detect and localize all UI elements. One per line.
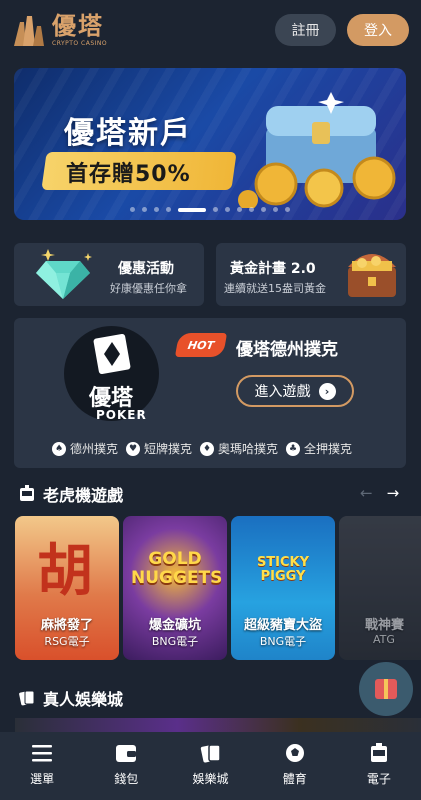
promo-title: 黃金計畫 2.0 [230, 261, 316, 277]
enter-game-label: 進入遊戲 [254, 384, 311, 400]
pagination-dot[interactable] [166, 207, 171, 212]
pagination-dot[interactable] [273, 207, 278, 212]
promo-desc: 連續就送15盎司黃金 [224, 282, 326, 295]
pagination-dot[interactable] [285, 207, 290, 212]
poker-logo-subtitle: POKER [96, 408, 147, 422]
diamond-suit-icon: ♦ [200, 441, 215, 456]
logo[interactable]: 優塔 CRYPTO CASINO [12, 12, 107, 48]
menu-icon [32, 745, 53, 762]
nav-item-casino[interactable]: 娛樂城 [168, 732, 252, 800]
promo-banner[interactable]: 優塔新戶 首存贈50% [14, 68, 406, 220]
slots-carousel-arrows: ← → [360, 484, 399, 502]
game-name: 戰神賽 [365, 618, 405, 633]
gift-button[interactable] [359, 662, 413, 716]
pagination-dot[interactable] [130, 207, 135, 212]
game-provider: RSG電子 [44, 635, 90, 648]
tag-label: 全押撲克 [304, 442, 353, 456]
poker-tag[interactable]: ♥ 短牌撲克 [126, 440, 192, 457]
nav-label: 選單 [30, 772, 55, 786]
spade-icon: ♠ [52, 441, 66, 456]
nav-label: 體育 [282, 772, 307, 786]
game-name: 麻將發了 [40, 618, 93, 633]
pagination-dot[interactable] [154, 207, 159, 212]
banner-subtitle: 首存贈50% [66, 162, 191, 187]
live-casino-heading: 真人娛樂城 [18, 686, 123, 710]
nav-item-wallet[interactable]: 錢包 [84, 732, 168, 800]
poker-tag[interactable]: ♣ 全押撲克 [286, 440, 352, 457]
nav-item-sports[interactable]: 體育 [253, 732, 337, 800]
poker-tags: ♠ 德州撲克 ♥ 短牌撲克 ♦ 奧瑪哈撲克 ♣ 全押撲克 [52, 440, 352, 457]
tag-label: 短牌撲克 [144, 442, 193, 456]
live-casino-heading-label: 真人娛樂城 [43, 690, 124, 709]
pagination-dot-active[interactable] [178, 207, 206, 212]
pagination-dot[interactable] [261, 207, 266, 212]
slots-heading: 老虎機遊戲 [18, 482, 123, 506]
tag-label: 德州撲克 [70, 442, 119, 456]
promo-desc: 好康優惠任你拿 [110, 282, 187, 295]
poker-tag[interactable]: ♠ 德州撲克 [52, 440, 118, 457]
game-tile[interactable]: 戰神賽 ATG [339, 516, 421, 660]
treasure-chest-icon [238, 92, 396, 208]
game-provider: ATG [373, 633, 395, 646]
game-provider: BNG電子 [151, 635, 199, 648]
pagination-dot[interactable] [142, 207, 147, 212]
nav-item-menu[interactable]: 選單 [0, 732, 84, 800]
logo-subtitle: CRYPTO CASINO [52, 39, 108, 47]
game-tile[interactable]: GOLD NUGGETS 爆金礦坑 BNG電子 [123, 516, 227, 660]
enter-game-button[interactable]: 進入遊戲 › [236, 375, 354, 407]
live-casino-strip [15, 718, 421, 732]
hot-badge: HOT [174, 333, 228, 357]
slot-machine-icon [370, 743, 387, 762]
game-provider: BNG電子 [259, 635, 307, 648]
nav-item-slots[interactable]: 電子 [337, 732, 421, 800]
poker-title: 優塔德州撲克 [236, 340, 338, 360]
tag-label: 奧瑪哈撲克 [218, 442, 279, 456]
heart-icon: ♥ [126, 441, 141, 456]
game-art: STICKY PIGGY [256, 555, 310, 585]
pagination-dot[interactable] [213, 207, 218, 212]
register-button[interactable]: 註冊 [275, 14, 336, 46]
nav-label: 電子 [366, 772, 391, 786]
card-suits-icon [93, 333, 131, 375]
slot-machine-icon [20, 485, 34, 501]
pagination-dot[interactable] [249, 207, 254, 212]
game-name: 超級豬寶大盜 [243, 618, 322, 633]
chevron-right-icon: › [318, 382, 336, 400]
banner-pagination [14, 207, 406, 212]
pagination-dot[interactable] [237, 207, 242, 212]
app-header: 優塔 CRYPTO CASINO 註冊 登入 [0, 0, 421, 60]
poker-card[interactable]: 優塔 POKER HOT 優塔德州撲克 進入遊戲 › ♠ 德州撲克 ♥ 短牌撲克 ♦… [14, 318, 406, 468]
game-art: GOLD NUGGETS [131, 549, 223, 588]
arrow-right-icon[interactable]: → [387, 484, 400, 502]
nav-label: 錢包 [114, 772, 139, 786]
nav-label: 娛樂城 [192, 772, 229, 786]
game-art: 胡 [37, 539, 93, 604]
cards-icon [200, 744, 221, 763]
promo-title: 優惠活動 [118, 261, 174, 277]
promo-card-gold-plan[interactable]: 黃金計畫 2.0 連續就送15盎司黃金 [216, 243, 406, 306]
diamond-icon [36, 249, 92, 299]
login-button[interactable]: 登入 [347, 14, 409, 46]
gift-icon [375, 679, 397, 699]
bottom-nav: 選單 錢包 娛樂城 體育 電子 [0, 732, 421, 800]
slots-heading-label: 老虎機遊戲 [43, 486, 124, 505]
arrow-left-icon[interactable]: ← [360, 484, 373, 502]
promo-card-offers[interactable]: 優惠活動 好康優惠任你拿 [14, 243, 204, 306]
treasure-chest-icon [348, 254, 396, 297]
pagination-dot[interactable] [225, 207, 230, 212]
cards-icon [19, 690, 35, 706]
tower-logo-icon [14, 16, 44, 46]
soccer-ball-icon [285, 744, 304, 762]
game-tile[interactable]: 胡 麻將發了 RSG電子 [15, 516, 119, 660]
club-icon: ♣ [286, 441, 301, 456]
wallet-icon [116, 745, 137, 762]
poker-tag[interactable]: ♦ 奧瑪哈撲克 [200, 440, 278, 457]
game-tile[interactable]: STICKY PIGGY 超級豬寶大盜 BNG電子 [231, 516, 335, 660]
logo-title: 優塔 [52, 11, 104, 40]
banner-title: 優塔新戶 [64, 116, 192, 151]
game-name: 爆金礦坑 [148, 618, 201, 633]
